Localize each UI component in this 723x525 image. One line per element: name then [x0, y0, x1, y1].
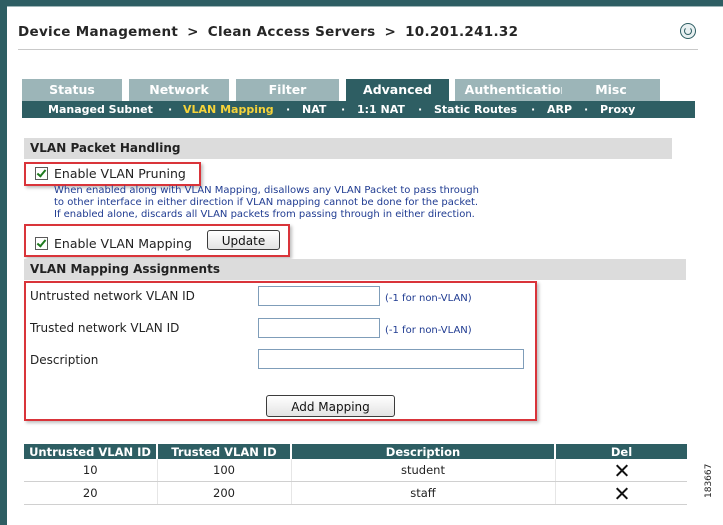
description-cell: staff	[291, 481, 556, 505]
subnav-proxy[interactable]: Proxy	[600, 103, 635, 116]
window-frame-topline	[7, 6, 723, 7]
column-header-description[interactable]: Description	[291, 444, 556, 459]
tab-network[interactable]: Network	[129, 79, 229, 101]
table-row: 10 100 student	[24, 459, 687, 482]
trusted-vlan-id-label: Trusted network VLAN ID	[30, 321, 180, 335]
add-mapping-button[interactable]: Add Mapping	[266, 395, 395, 417]
subnav-separator: ·	[418, 103, 423, 116]
breadcrumb-item-clean-access-servers[interactable]: Clean Access Servers	[208, 24, 376, 40]
help-icon[interactable]	[680, 23, 696, 39]
update-button[interactable]: Update	[207, 230, 280, 250]
window-frame-left	[0, 0, 7, 525]
tab-status[interactable]: Status	[22, 79, 122, 101]
subnav-separator: ·	[168, 103, 173, 116]
trusted-vlan-id-cell: 100	[157, 459, 292, 482]
trusted-vlan-id-cell: 200	[157, 481, 292, 505]
figure-id: 183667	[704, 463, 714, 498]
trusted-vlan-id-input[interactable]	[258, 318, 380, 338]
subnav-separator: ·	[584, 103, 589, 116]
trusted-vlan-id-hint: (-1 for non-VLAN)	[385, 325, 472, 336]
tab-authentication[interactable]: Authentication	[455, 79, 579, 101]
column-header-untrusted-vlan-id[interactable]: Untrusted VLAN ID	[24, 444, 158, 459]
subnav-nat[interactable]: NAT	[302, 103, 326, 116]
enable-vlan-mapping-checkbox[interactable]	[35, 237, 48, 250]
enable-vlan-pruning-checkbox[interactable]	[35, 167, 48, 180]
pruning-help-line-2: to other interface in either direction i…	[54, 197, 479, 208]
pruning-help-line-3: If enabled alone, discards all VLAN pack…	[54, 209, 475, 220]
delete-x-icon[interactable]	[615, 487, 628, 500]
del-cell	[555, 481, 687, 505]
header-divider	[18, 49, 698, 50]
description-cell: student	[291, 459, 556, 482]
section-vlan-mapping-assignments: VLAN Mapping Assignments	[24, 259, 686, 280]
subnav-separator: ·	[286, 103, 291, 116]
breadcrumb-separator: >	[187, 24, 199, 40]
untrusted-vlan-id-cell: 10	[24, 459, 158, 482]
subnav-vlan-mapping[interactable]: VLAN Mapping	[183, 103, 274, 116]
enable-vlan-mapping-label: Enable VLAN Mapping	[54, 236, 192, 251]
subnav-bar: Managed Subnet · VLAN Mapping · NAT · 1:…	[22, 101, 695, 118]
untrusted-vlan-id-cell: 20	[24, 481, 158, 505]
tab-advanced[interactable]: Advanced	[346, 79, 449, 101]
untrusted-vlan-id-label: Untrusted network VLAN ID	[30, 289, 195, 303]
breadcrumb-separator: >	[384, 24, 397, 40]
subnav-one-to-one-nat[interactable]: 1:1 NAT	[357, 103, 405, 116]
breadcrumb-item-device-management[interactable]: Device Management	[18, 24, 178, 40]
subnav-static-routes[interactable]: Static Routes	[434, 103, 517, 116]
breadcrumb-item-server-ip: 10.201.241.32	[405, 24, 519, 40]
column-header-trusted-vlan-id[interactable]: Trusted VLAN ID	[157, 444, 292, 459]
untrusted-vlan-id-input[interactable]	[258, 286, 380, 306]
breadcrumb: Device Management > Clean Access Servers…	[18, 24, 518, 40]
delete-x-icon[interactable]	[615, 464, 628, 477]
table-header-row: Untrusted VLAN ID Trusted VLAN ID Descri…	[24, 444, 687, 459]
vlan-mapping-table: Untrusted VLAN ID Trusted VLAN ID Descri…	[24, 444, 687, 505]
subnav-separator: ·	[531, 103, 536, 116]
column-header-del: Del	[555, 444, 687, 459]
pruning-help-line-1: When enabled along with VLAN Mapping, di…	[54, 185, 479, 196]
tab-filter[interactable]: Filter	[236, 79, 339, 101]
tab-misc[interactable]: Misc	[562, 79, 660, 101]
section-vlan-packet-handling: VLAN Packet Handling	[24, 138, 672, 159]
del-cell	[555, 459, 687, 482]
subnav-separator: ·	[341, 103, 346, 116]
enable-vlan-pruning-label: Enable VLAN Pruning	[54, 166, 186, 181]
table-row: 20 200 staff	[24, 481, 687, 505]
description-label: Description	[30, 353, 99, 367]
subnav-arp[interactable]: ARP	[547, 103, 572, 116]
untrusted-vlan-id-hint: (-1 for non-VLAN)	[385, 293, 472, 304]
description-input[interactable]	[258, 349, 524, 369]
subnav-managed-subnet[interactable]: Managed Subnet	[48, 103, 153, 116]
